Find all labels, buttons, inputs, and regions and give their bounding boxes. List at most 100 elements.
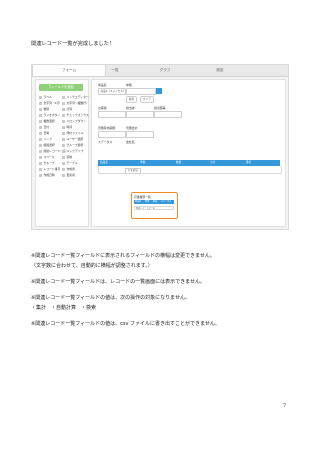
palette-item[interactable]: 作成者 — [62, 167, 75, 172]
palette-item[interactable]: テーブル — [62, 161, 78, 166]
tab-form[interactable]: フォーム — [32, 65, 106, 76]
field-type-icon — [62, 155, 65, 159]
palette-item-label: グループ — [43, 161, 55, 165]
related-records-header: 商品名 単価 数量 ステータス — [134, 200, 174, 204]
palette-item[interactable]: 添付ファイル — [62, 131, 83, 136]
palette-item-label: 計算 — [66, 107, 73, 111]
palette-item[interactable]: 日時 — [39, 131, 49, 136]
palette-item-label: 更新者 — [66, 173, 75, 177]
palette-item-label: スペース — [43, 155, 55, 159]
palette-item[interactable]: ルックアップ — [62, 149, 83, 154]
palette-item-label: 時刻 — [66, 125, 73, 129]
related-records-title: 見積履歴一覧 — [134, 194, 151, 199]
department-field[interactable] — [154, 111, 182, 118]
customer-field[interactable] — [98, 111, 126, 118]
palette-item[interactable]: スペース — [39, 155, 54, 160]
palette-item-label: グループ選択 — [66, 143, 84, 147]
add-field-button[interactable]: フィールドを追加 — [39, 84, 83, 91]
field-label: 商品名 — [98, 83, 107, 87]
form-canvas: 商品名 単価 商品A（キャンセル） 取得 クリア お客様 担当者 担当部署 見積… — [91, 79, 286, 227]
field-type-icon — [62, 167, 65, 171]
palette-item[interactable]: レコード番号 — [39, 167, 60, 172]
add-row-button[interactable]: 行を追加 — [125, 167, 141, 174]
note-line: （文字数に合わせて、自動的に横幅が調整されます。） — [31, 263, 153, 269]
palette-item-label: 作成日時 — [43, 173, 55, 177]
note-line: ※関連レコード一覧フィールドの値は、次の操作の対象になりません。 — [31, 295, 190, 301]
field-type-icon — [39, 113, 42, 117]
field-type-icon — [39, 149, 42, 153]
field-label: 会社名 — [126, 140, 135, 144]
field-type-icon — [62, 125, 65, 129]
related-header-cell: 単価 — [145, 201, 150, 203]
field-label: 見積有効期限 — [98, 126, 116, 130]
palette-item[interactable]: 時刻 — [62, 125, 72, 130]
palette-item[interactable]: リンク — [39, 137, 52, 142]
palette-item-label: ルックアップ — [66, 149, 84, 153]
field-label: ステータス — [98, 140, 113, 144]
palette-item-label: 日付 — [43, 125, 50, 129]
lookup-icon[interactable] — [156, 87, 162, 94]
palette-item-label: テーブル — [66, 161, 78, 165]
field-type-icon — [62, 173, 65, 177]
lookup-button[interactable]: 取得 — [126, 96, 138, 103]
palette-item[interactable]: 組織選択 — [39, 143, 55, 148]
field-type-icon — [39, 143, 42, 147]
palette-item-label: 組織選択 — [43, 143, 55, 147]
field-type-icon — [39, 137, 42, 141]
palette-item[interactable]: 計算 — [62, 107, 72, 112]
note-line: ※関連レコード一覧フィールドに表示されるフィールドの横幅は変更できません。 — [31, 253, 215, 259]
tab-list[interactable]: 一覧 — [105, 65, 125, 76]
related-records-field[interactable]: 見積履歴一覧 商品名 単価 数量 ステータス 関連レコードの一覧 — [131, 192, 178, 219]
palette-item[interactable]: リッチエディター — [62, 95, 89, 100]
field-type-icon — [62, 149, 65, 153]
palette-item[interactable]: 文字列（1行） — [39, 101, 62, 106]
palette-item[interactable]: チェックボックス — [62, 113, 89, 118]
staff-field[interactable] — [126, 111, 154, 118]
related-records-row: 関連レコードの一覧 — [134, 206, 174, 210]
palette-item-label: ユーザー選択 — [66, 137, 84, 141]
palette-item-label: 文字列（複数行） — [66, 101, 89, 105]
product-name-field[interactable]: 商品A（キャンセル） — [98, 88, 126, 95]
field-type-icon — [62, 119, 65, 123]
embedded-screenshot: フォーム 一覧 グラフ 設定 フィールドを追加 ラベル リッチエディター 文字列（1… — [31, 64, 289, 230]
tab-settings[interactable]: 設定 — [207, 65, 233, 76]
palette-item[interactable]: 罫線 — [62, 155, 72, 160]
field-palette: フィールドを追加 ラベル リッチエディター 文字列（1行） 文字列（複数行） 数値 計算ラ… — [35, 79, 89, 227]
palette-item[interactable]: ユーザー選択 — [62, 137, 83, 142]
palette-item[interactable]: 文字列（複数行） — [62, 101, 89, 106]
field-type-icon — [39, 167, 42, 171]
palette-item-label: チェックボックス — [66, 113, 89, 117]
tab-bar: フォーム 一覧 グラフ 設定 — [32, 65, 288, 77]
palette-item[interactable]: 数値 — [39, 107, 49, 112]
field-type-icon — [62, 143, 65, 147]
palette-item[interactable]: 作成日時 — [39, 173, 55, 178]
palette-item[interactable]: グループ選択 — [62, 143, 83, 148]
related-header-cell: 数量 — [153, 201, 158, 203]
page-number: 7 — [283, 403, 287, 409]
palette-item-label: 文字列（1行） — [43, 101, 63, 105]
palette-item[interactable]: グループ — [39, 161, 55, 166]
palette-item[interactable]: 更新者 — [62, 173, 75, 178]
field-label: お客様 — [98, 106, 107, 110]
palette-item[interactable]: 複数選択 — [39, 119, 55, 124]
tab-graph[interactable]: グラフ — [152, 65, 178, 76]
field-type-icon — [62, 137, 65, 141]
field-type-icon — [39, 131, 42, 135]
related-header-cell: ステータス — [161, 201, 172, 203]
note-line: ※関連レコード一覧フィールドは、レコードの一覧画面には表示できません。 — [31, 279, 205, 285]
clear-button[interactable]: クリア — [140, 96, 154, 103]
palette-item[interactable]: ラベル — [39, 95, 52, 100]
note-line: ・集計 ・自動計算 ・検索 — [31, 305, 97, 311]
total-field[interactable] — [126, 131, 154, 138]
field-type-icon — [62, 101, 65, 105]
field-type-icon — [39, 107, 42, 111]
field-type-icon — [39, 161, 42, 165]
palette-item[interactable]: ラジオボタン — [39, 113, 60, 118]
expiry-field[interactable] — [98, 131, 126, 138]
unit-price-field[interactable] — [126, 88, 156, 95]
field-type-icon — [39, 173, 42, 177]
palette-item[interactable]: ドロップダウン — [62, 119, 86, 124]
palette-item[interactable]: 日付 — [39, 125, 49, 130]
field-label: 担当者 — [126, 106, 135, 110]
field-type-icon — [39, 119, 42, 123]
